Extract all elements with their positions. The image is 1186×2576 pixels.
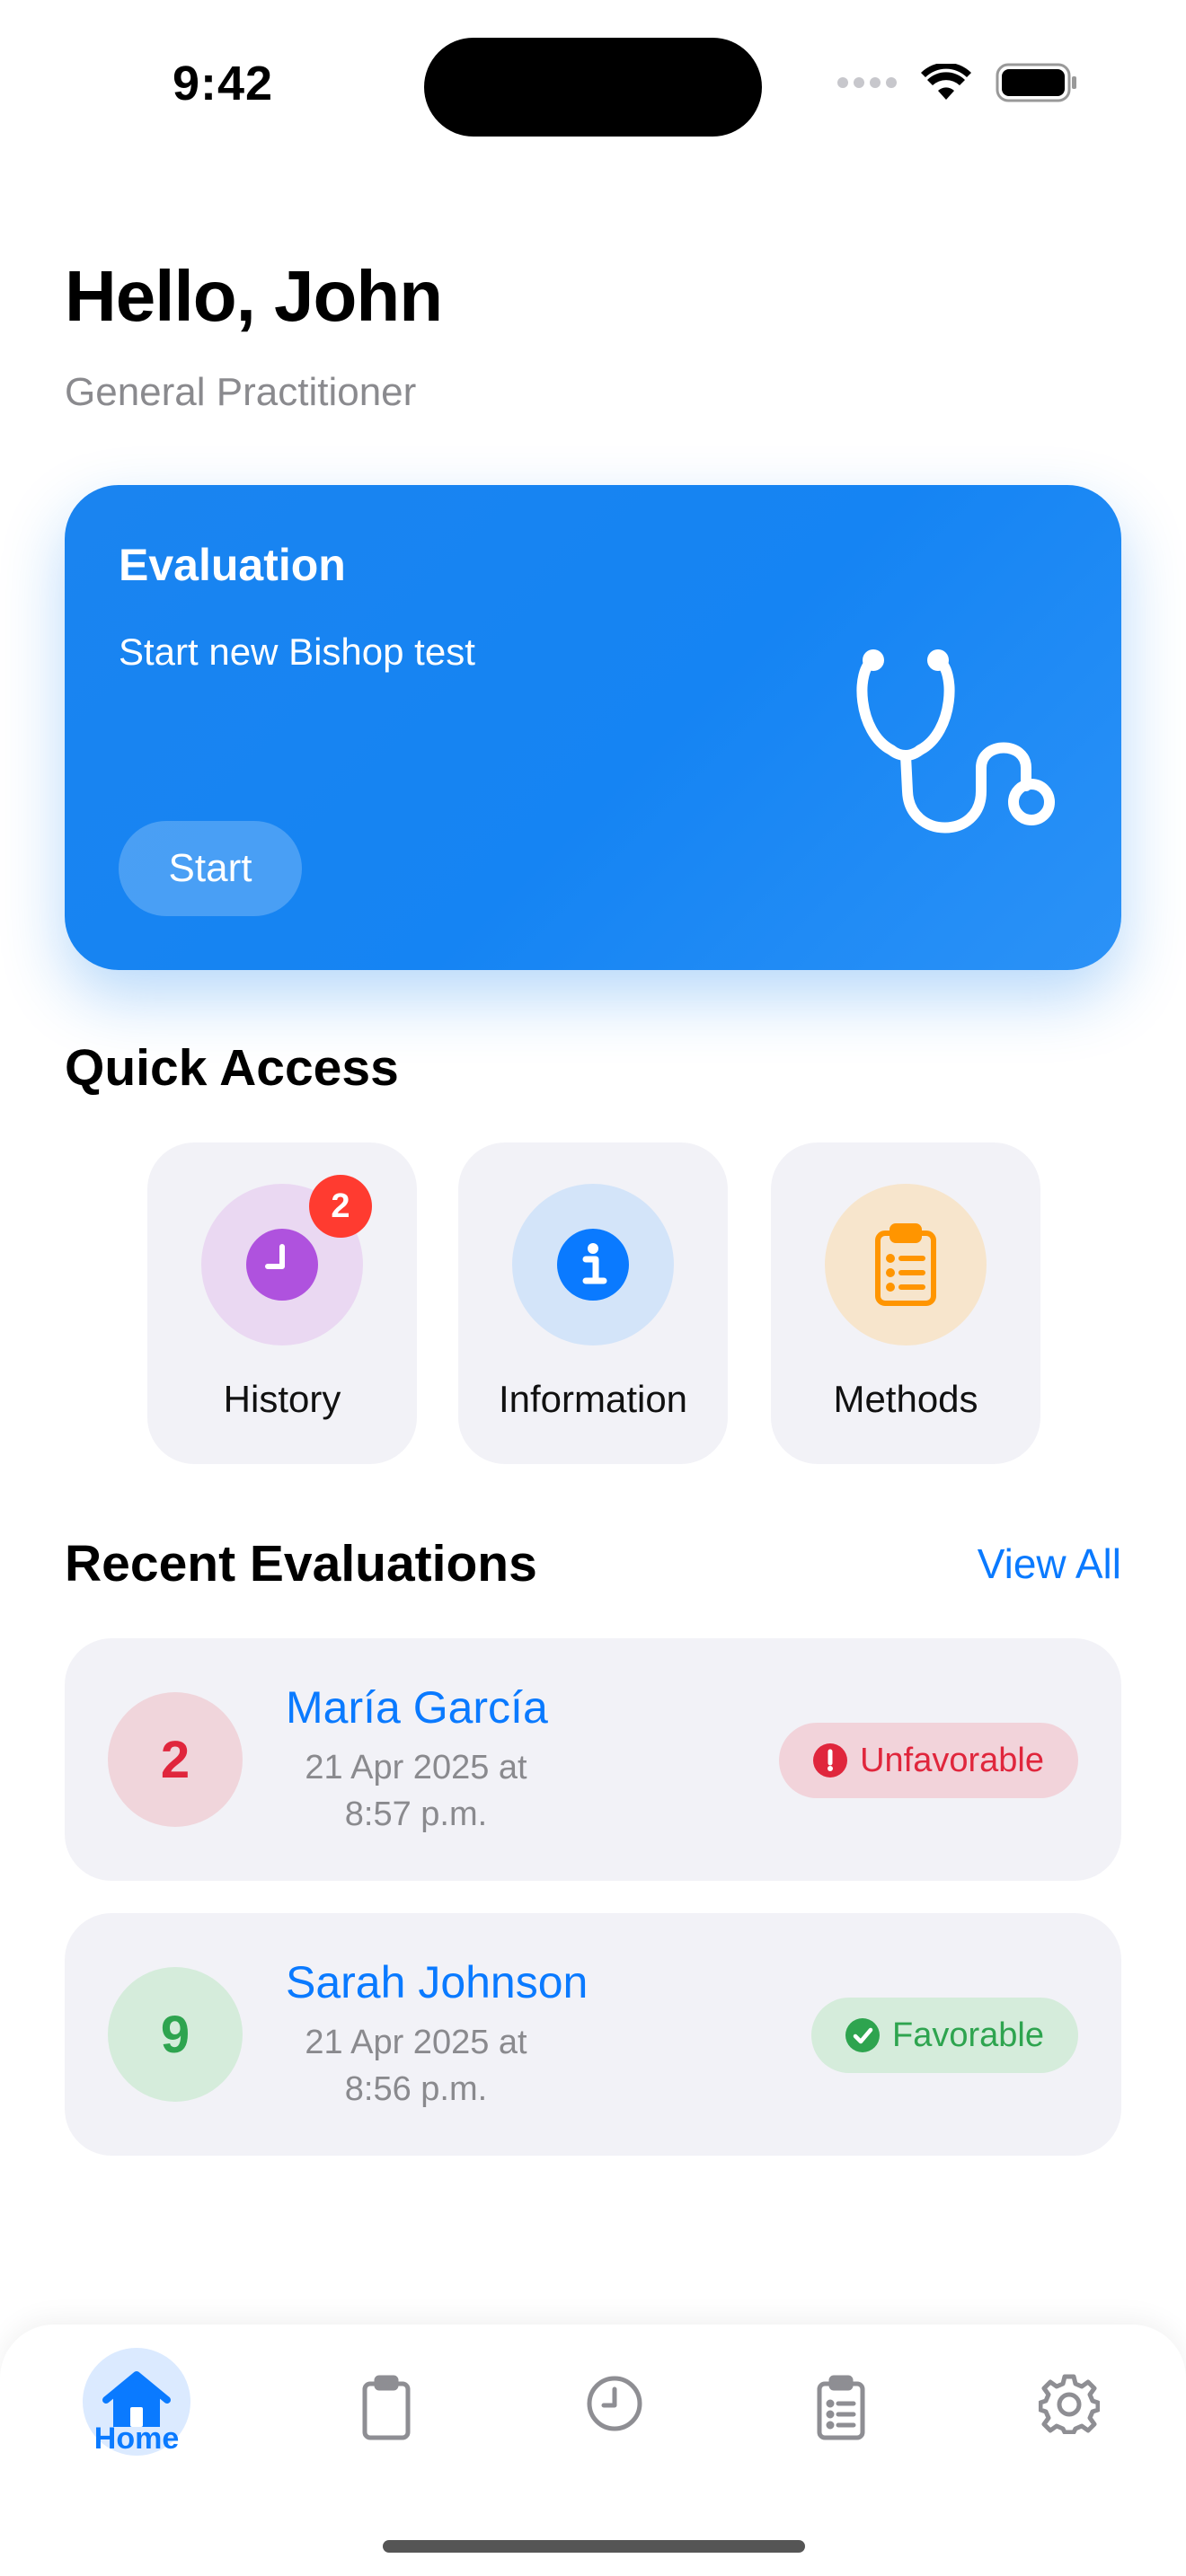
clipboard-icon	[362, 2375, 411, 2440]
information-icon-bg	[512, 1184, 674, 1345]
evaluation-card-title: Evaluation	[119, 540, 346, 590]
evaluation-date-line2: 8:56 p.m.	[344, 2070, 488, 2108]
evaluation-date-line1: 21 Apr 2025 at	[305, 1749, 527, 1786]
checkmark-icon	[845, 2018, 881, 2052]
evaluation-date-line2: 8:57 p.m.	[344, 1795, 488, 1833]
gear-icon	[1039, 2374, 1100, 2434]
wifi-icon	[921, 64, 971, 100]
evaluation-date: 21 Apr 2025 at 8:56 p.m.	[286, 2019, 546, 2113]
methods-icon-bg	[825, 1184, 987, 1345]
view-all-link[interactable]: View All	[978, 1539, 1121, 1588]
methods-label: Methods	[833, 1378, 978, 1420]
stethoscope-icon	[856, 649, 1055, 834]
status-label: Unfavorable	[860, 1741, 1044, 1779]
score-badge: 2	[108, 1692, 243, 1827]
home-indicator	[383, 2540, 805, 2553]
start-button[interactable]: Start	[119, 821, 302, 916]
home-screen: 9:42 Hello, John General Practitioner Ev…	[0, 0, 1186, 2576]
cellular-signal-icon	[837, 77, 897, 88]
evaluation-row[interactable]: 9 Sarah Johnson 21 Apr 2025 at 8:56 p.m.…	[65, 1913, 1121, 2156]
battery-icon	[996, 63, 1076, 102]
score-badge: 9	[108, 1967, 243, 2102]
status-label: Favorable	[892, 2016, 1044, 2054]
tab-home[interactable]: Home	[47, 2325, 226, 2504]
status-badge: Favorable	[811, 1998, 1078, 2073]
clock-icon	[246, 1229, 318, 1301]
information-label: Information	[498, 1378, 688, 1420]
patient-name: María García	[286, 1682, 548, 1733]
exclamation-icon	[813, 1743, 848, 1778]
clipboard-list-icon	[875, 1223, 936, 1306]
evaluation-card[interactable]: Evaluation Start new Bishop test Start	[65, 485, 1121, 970]
status-indicators	[837, 63, 1078, 102]
quick-access-history[interactable]: 2 History	[147, 1142, 417, 1464]
quick-access-title: Quick Access	[65, 1039, 399, 1097]
info-icon	[557, 1229, 629, 1301]
tab-methods[interactable]	[751, 2325, 931, 2504]
evaluation-date: 21 Apr 2025 at 8:57 p.m.	[286, 1744, 546, 1838]
tab-history[interactable]	[525, 2325, 704, 2504]
evaluation-card-subtitle: Start new Bishop test	[119, 631, 475, 673]
status-badge: Unfavorable	[779, 1723, 1078, 1798]
evaluation-date-line1: 21 Apr 2025 at	[305, 2024, 527, 2061]
quick-access-information[interactable]: Information	[458, 1142, 728, 1464]
dynamic-island	[424, 38, 762, 137]
clipboard-list-icon	[817, 2375, 865, 2440]
clock-icon	[587, 2376, 642, 2431]
patient-name: Sarah Johnson	[286, 1957, 589, 2007]
greeting-title: Hello, John	[65, 256, 443, 336]
quick-access-methods[interactable]: Methods	[771, 1142, 1040, 1464]
tab-settings[interactable]	[979, 2325, 1159, 2504]
tab-bar: Home	[0, 2325, 1186, 2576]
recent-evaluations-title: Recent Evaluations	[65, 1535, 537, 1592]
evaluation-row[interactable]: 2 María García 21 Apr 2025 at 8:57 p.m. …	[65, 1638, 1121, 1881]
tab-evaluation[interactable]	[296, 2325, 476, 2504]
user-role: General Practitioner	[65, 370, 417, 414]
history-badge: 2	[309, 1175, 372, 1238]
status-time: 9:42	[173, 57, 274, 110]
history-label: History	[223, 1378, 341, 1420]
tab-home-label: Home	[93, 2422, 180, 2456]
